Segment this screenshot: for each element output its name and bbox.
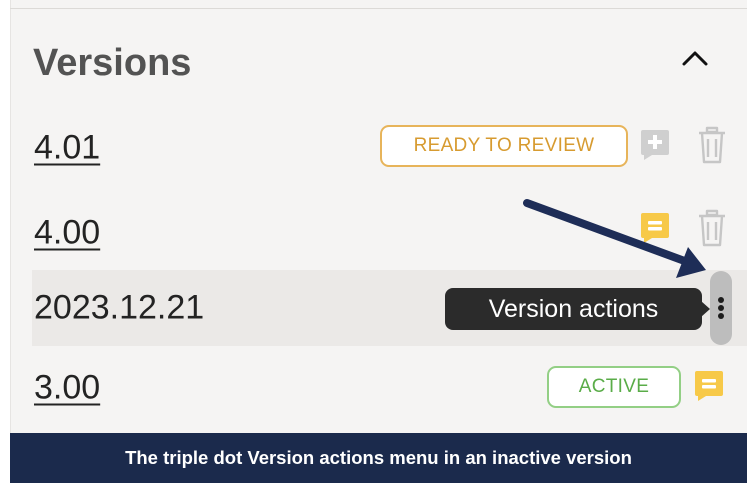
- version-link[interactable]: 3.00: [34, 369, 100, 408]
- version-link[interactable]: 4.01: [34, 129, 100, 168]
- chevron-up-icon[interactable]: [680, 46, 710, 70]
- caption-banner: The triple dot Version actions menu in a…: [10, 433, 747, 483]
- status-badge-active: ACTIVE: [547, 366, 681, 408]
- version-actions-tooltip: Version actions: [445, 288, 710, 330]
- panel-divider: [10, 8, 747, 9]
- panel-title: Versions: [33, 42, 192, 84]
- version-label: 2023.12.21: [34, 288, 205, 327]
- comment-icon[interactable]: [694, 370, 724, 402]
- trash-icon[interactable]: [697, 209, 727, 247]
- status-badge-ready-to-review: READY TO REVIEW: [380, 125, 628, 167]
- trash-icon[interactable]: [697, 126, 727, 164]
- comment-plus-icon[interactable]: [640, 129, 670, 161]
- comment-icon[interactable]: [640, 212, 670, 244]
- kebab-menu-icon[interactable]: [710, 271, 732, 345]
- version-link[interactable]: 4.00: [34, 214, 100, 253]
